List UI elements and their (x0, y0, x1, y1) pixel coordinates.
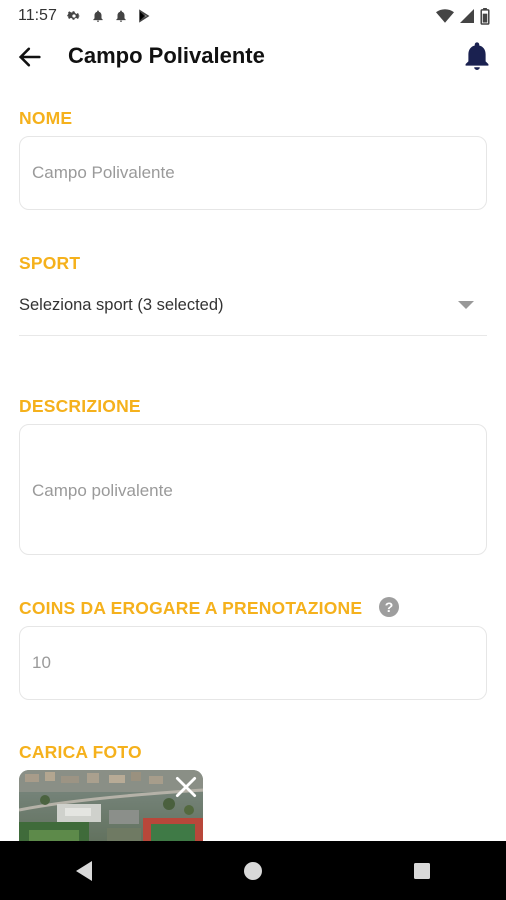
bell-icon[interactable] (464, 42, 490, 70)
name-label: NOME (19, 108, 73, 128)
remove-photo-close-icon[interactable] (173, 774, 199, 800)
notification-icon-2 (116, 10, 126, 22)
nav-home-button[interactable] (223, 841, 283, 900)
help-icon[interactable]: ? (379, 597, 399, 617)
play-store-icon (139, 9, 150, 23)
sport-label: SPORT (19, 253, 81, 273)
nav-back-icon (76, 860, 93, 881)
description-field-box (19, 424, 487, 555)
system-navigation-bar (0, 841, 506, 900)
notification-icon (93, 10, 103, 22)
name-input[interactable] (20, 137, 486, 209)
coins-input[interactable] (20, 627, 486, 699)
sport-select[interactable]: Seleziona sport (3 selected) (19, 288, 487, 322)
nav-back-button[interactable] (54, 841, 114, 900)
photo-label: CARICA FOTO (19, 742, 142, 762)
nav-recents-button[interactable] (392, 841, 452, 900)
coins-label: COINS DA EROGARE A PRENOTAZIONE (19, 598, 363, 618)
settings-icon (66, 11, 80, 20)
description-label: DESCRIZIONE (19, 396, 141, 416)
coins-field-box (19, 626, 487, 700)
battery-icon (480, 7, 490, 25)
status-time: 11:57 (18, 7, 57, 24)
sport-select-value: Seleziona sport (3 selected) (19, 295, 224, 314)
nav-recents-icon (413, 862, 430, 879)
description-input[interactable] (20, 425, 486, 554)
signal-icon (460, 9, 474, 23)
sport-underline (19, 335, 487, 336)
app-bar: Campo Polivalente (0, 32, 506, 82)
back-arrow-icon[interactable] (16, 43, 44, 71)
nav-home-icon (243, 861, 262, 880)
name-field-box (19, 136, 487, 210)
wifi-icon (436, 9, 454, 23)
status-bar: 11:57 (0, 0, 506, 32)
dropdown-arrow-icon (458, 301, 474, 309)
page-title: Campo Polivalente (68, 43, 265, 68)
uploaded-photo (19, 770, 203, 850)
